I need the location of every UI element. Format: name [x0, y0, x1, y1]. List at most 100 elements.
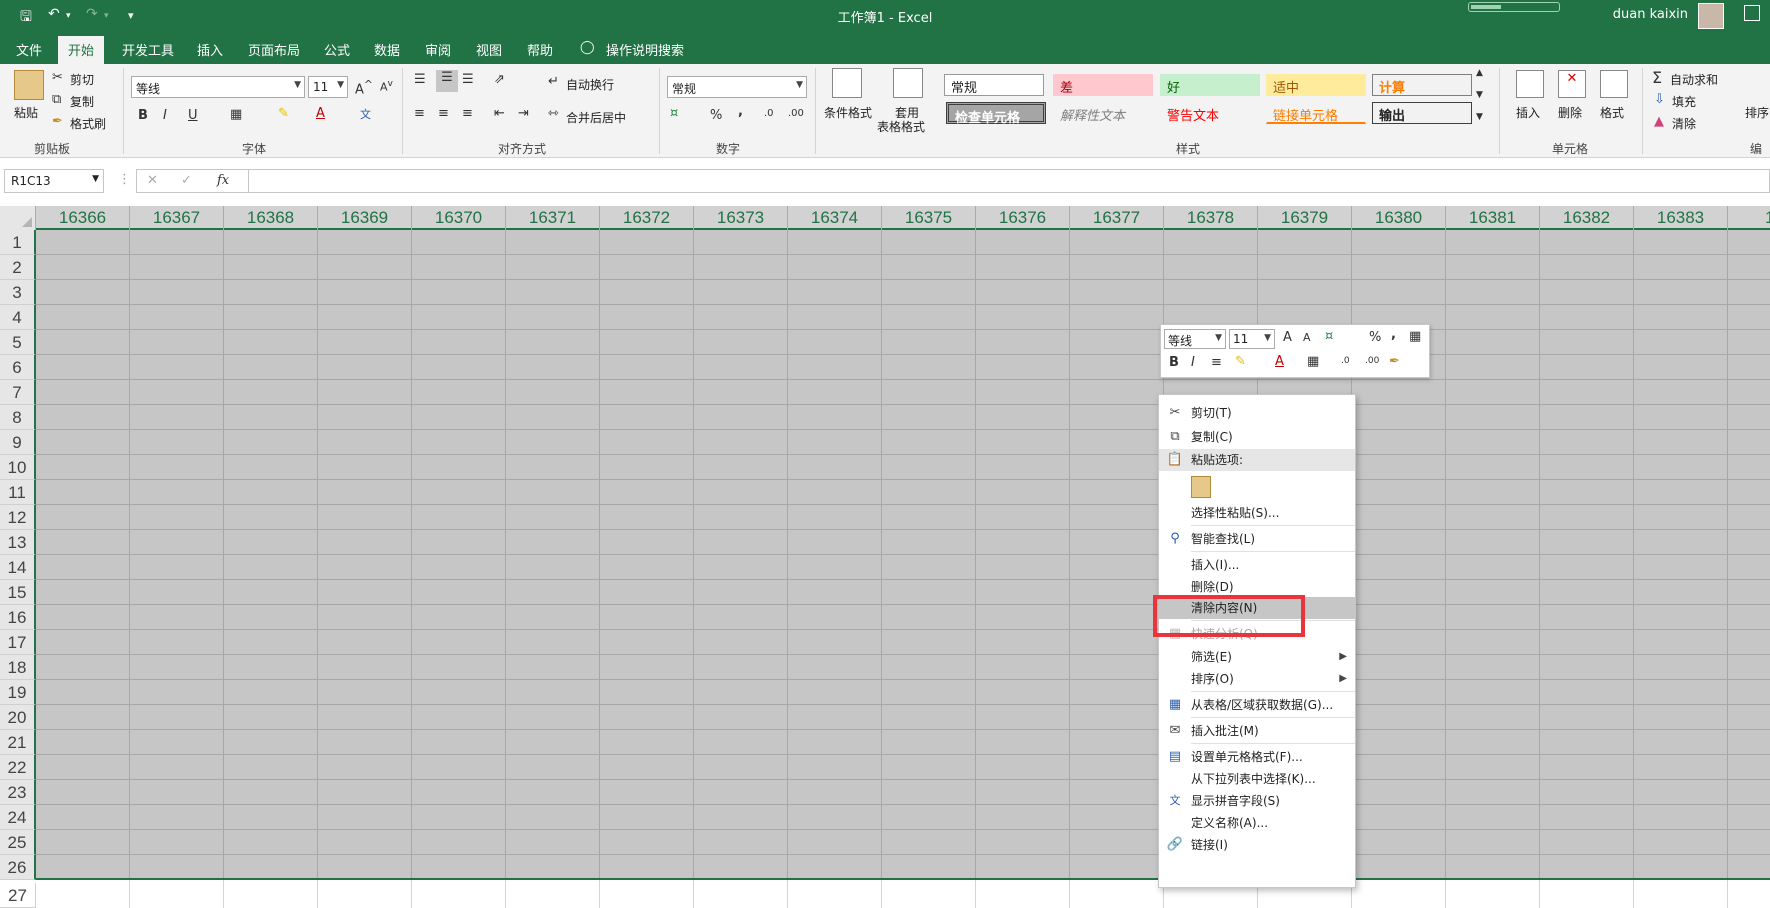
row-header[interactable]: 5 — [0, 330, 36, 355]
column-header[interactable]: 16375 — [882, 206, 976, 230]
ribbon-display-options-icon[interactable] — [1744, 5, 1760, 21]
row-header[interactable]: 19 — [0, 680, 36, 705]
paste-icon[interactable] — [14, 70, 44, 100]
align-top-icon[interactable]: ☰ — [414, 72, 426, 87]
tab-review[interactable]: 审阅 — [425, 40, 451, 59]
menu-delete[interactable]: 删除(D) — [1159, 576, 1355, 598]
row-header[interactable]: 16 — [0, 605, 36, 630]
row-header[interactable]: 1 — [0, 230, 36, 255]
menu-format-cells[interactable]: ▤ 设置单元格格式(F)... — [1159, 746, 1355, 768]
row-header[interactable]: 2 — [0, 255, 36, 280]
mini-border-icon[interactable]: ▦ — [1307, 354, 1319, 369]
fill-color-icon[interactable]: ✎ — [278, 106, 289, 121]
column-header[interactable]: 16 — [1728, 206, 1770, 230]
row-header[interactable]: 12 — [0, 505, 36, 530]
style-output[interactable]: 输出 — [1372, 102, 1472, 124]
menu-copy[interactable]: ⧉ 复制(C) — [1159, 426, 1355, 448]
tab-file[interactable]: 文件 — [16, 40, 42, 59]
column-header[interactable]: 16368 — [224, 206, 318, 230]
underline-button[interactable]: U — [188, 108, 198, 123]
sort-filter-button[interactable]: 排序 — [1745, 104, 1769, 121]
insert-cells-button[interactable]: 插入 — [1516, 104, 1540, 121]
align-right-icon[interactable]: ≡ — [462, 106, 473, 121]
mini-italic-button[interactable]: I — [1191, 355, 1195, 370]
autosum-button[interactable]: 自动求和 — [1670, 71, 1718, 88]
mini-format-painter-icon[interactable]: ✒ — [1389, 354, 1400, 369]
unselected-cells[interactable] — [36, 880, 1770, 908]
cancel-icon[interactable]: ✕ — [147, 173, 158, 188]
user-name[interactable]: duan kaixin — [1613, 7, 1688, 22]
mini-percent-button[interactable]: % — [1369, 330, 1381, 345]
mini-increase-decimal-icon[interactable]: .0 — [1341, 356, 1350, 366]
menu-insert-comment[interactable]: ✉ 插入批注(M) — [1159, 720, 1355, 742]
row-header[interactable]: 24 — [0, 805, 36, 830]
menu-paste-special[interactable]: 选择性粘贴(S)... — [1159, 502, 1355, 524]
menu-sort[interactable]: 排序(O) ▶ — [1159, 668, 1355, 690]
align-bottom-icon[interactable]: ☰ — [462, 72, 474, 87]
style-neutral[interactable]: 适中 — [1266, 74, 1366, 96]
row-header[interactable]: 7 — [0, 380, 36, 405]
fill-button[interactable]: 填充 — [1672, 93, 1696, 110]
mini-font-color-icon[interactable]: A — [1275, 354, 1284, 369]
clear-button[interactable]: 清除 — [1672, 115, 1696, 132]
row-header[interactable]: 14 — [0, 555, 36, 580]
menu-get-data[interactable]: ▦ 从表格/区域获取数据(G)... — [1159, 694, 1355, 716]
orientation-icon[interactable]: ⇗ — [494, 72, 505, 87]
row-header[interactable]: 3 — [0, 280, 36, 305]
mini-decrease-decimal-icon[interactable]: .00 — [1365, 356, 1379, 366]
column-header[interactable]: 16378 — [1164, 206, 1258, 230]
font-name-select[interactable]: 等线 ▼ — [131, 76, 305, 98]
style-explanatory[interactable]: 解释性文本 — [1053, 102, 1153, 124]
style-check-cell[interactable]: 检查单元格 — [946, 102, 1046, 126]
row-header[interactable]: 18 — [0, 655, 36, 680]
row-header[interactable]: 8 — [0, 405, 36, 430]
align-center-icon[interactable]: ≡ — [438, 106, 449, 121]
column-header[interactable]: 16379 — [1258, 206, 1352, 230]
name-box[interactable]: R1C13 ▼ — [4, 169, 104, 193]
row-header[interactable]: 10 — [0, 455, 36, 480]
format-painter-button[interactable]: 格式刷 — [70, 115, 106, 132]
merge-center-button[interactable]: 合并后居中 — [566, 109, 626, 126]
decrease-indent-icon[interactable]: ⇤ — [494, 106, 505, 121]
enter-icon[interactable]: ✓ — [181, 173, 192, 188]
style-linked-cell[interactable]: 链接单元格 — [1266, 102, 1366, 124]
tab-formulas[interactable]: 公式 — [324, 40, 350, 59]
menu-pick-list[interactable]: 从下拉列表中选择(K)... — [1159, 768, 1355, 790]
column-header[interactable]: 16370 — [412, 206, 506, 230]
tell-me-search[interactable]: 操作说明搜索 — [606, 40, 684, 59]
phonetic-icon[interactable]: 文 — [360, 106, 371, 122]
style-good[interactable]: 好 — [1160, 74, 1260, 96]
column-header[interactable]: 16367 — [130, 206, 224, 230]
tab-help[interactable]: 帮助 — [527, 40, 553, 59]
mini-align-icon[interactable]: ≡ — [1211, 355, 1222, 370]
row-header[interactable]: 6 — [0, 355, 36, 380]
decrease-decimal-icon[interactable]: .00 — [788, 108, 804, 119]
formula-input[interactable] — [248, 169, 1770, 193]
column-header[interactable]: 16371 — [506, 206, 600, 230]
mini-currency-icon[interactable]: ¤ — [1325, 329, 1333, 344]
column-header[interactable]: 16377 — [1070, 206, 1164, 230]
column-header[interactable]: 16372 — [600, 206, 694, 230]
mini-comma-button[interactable]: , — [1391, 327, 1396, 342]
column-header[interactable]: 16382 — [1540, 206, 1634, 230]
menu-paste-default[interactable] — [1159, 473, 1355, 501]
column-header[interactable]: 16383 — [1634, 206, 1728, 230]
style-bad[interactable]: 差 — [1053, 74, 1153, 96]
copy-button[interactable]: 复制 — [70, 93, 94, 110]
selected-cell-range[interactable] — [36, 230, 1770, 880]
decrease-font-size-icon[interactable]: Av — [380, 78, 393, 94]
column-header[interactable]: 16373 — [694, 206, 788, 230]
increase-indent-icon[interactable]: ⇥ — [518, 106, 529, 121]
menu-clear-contents[interactable]: 清除内容(N) — [1159, 597, 1355, 619]
column-header[interactable]: 16376 — [976, 206, 1070, 230]
style-calculation[interactable]: 计算 — [1372, 74, 1472, 96]
styles-scroll-down-icon[interactable]: ▼ — [1476, 90, 1483, 100]
align-left-icon[interactable]: ≡ — [414, 106, 425, 121]
tab-developer[interactable]: 开发工具 — [122, 40, 174, 59]
column-header[interactable]: 16374 — [788, 206, 882, 230]
style-warning[interactable]: 警告文本 — [1160, 102, 1260, 124]
number-format-select[interactable]: 常规 ▼ — [667, 76, 807, 98]
column-header[interactable]: 16369 — [318, 206, 412, 230]
tab-view[interactable]: 视图 — [476, 40, 502, 59]
menu-link[interactable]: 🔗 链接(I) — [1159, 834, 1355, 856]
